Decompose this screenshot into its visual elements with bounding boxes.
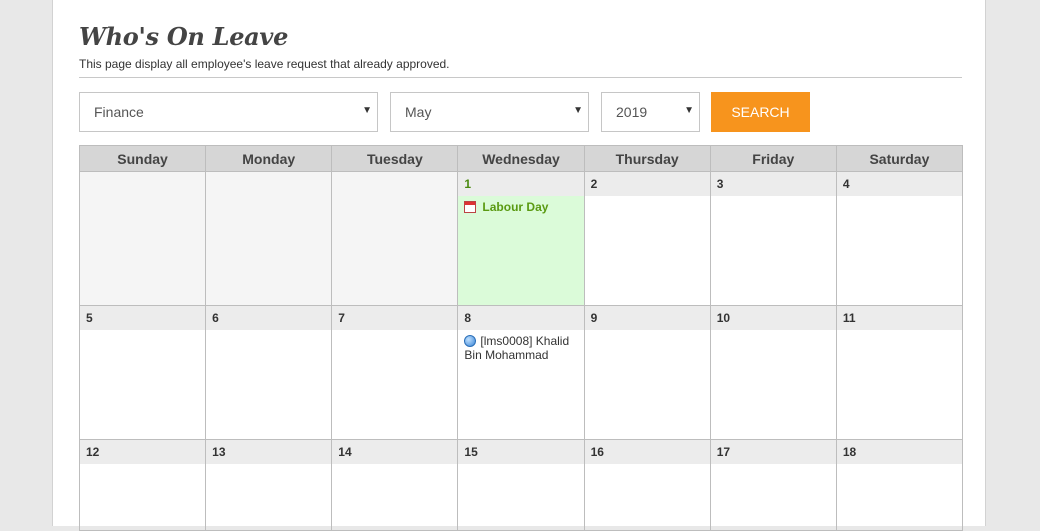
calendar-day-cell[interactable]: 18: [835, 439, 964, 531]
month-select-value: May: [405, 104, 432, 120]
day-number: 4: [836, 172, 962, 196]
calendar-empty-cell: [78, 171, 207, 306]
page-title: Who's On Leave: [79, 22, 289, 51]
weekday-header: Sunday: [78, 145, 207, 172]
weekday-header: Friday: [709, 145, 837, 172]
day-number: 12: [80, 440, 206, 464]
calendar-empty-cell: [205, 171, 333, 306]
day-number: 9: [584, 306, 710, 330]
day-number: 16: [584, 440, 710, 464]
leave-calendar: Sunday Monday Tuesday Wednesday Thursday…: [78, 145, 964, 531]
leave-event[interactable]: [lms0008] Khalid Bin Mohammad: [458, 330, 583, 362]
day-number: 17: [710, 440, 836, 464]
day-number: 7: [332, 306, 458, 330]
year-select-value: 2019: [616, 104, 648, 120]
calendar-week-row: 1 Labour Day 2 3 4: [78, 171, 964, 306]
calendar-week-row: 5 6 7 8 [lms0008] Khalid Bin Mohammad 9 …: [78, 305, 964, 440]
calendar-day-cell-holiday[interactable]: 1 Labour Day: [457, 171, 585, 306]
calendar-week-row: 12 13 14 15 16 17 18: [78, 439, 964, 531]
department-select[interactable]: Finance ▼: [79, 92, 378, 132]
day-number: 3: [710, 172, 836, 196]
calendar-day-cell[interactable]: 10: [709, 305, 837, 440]
day-number: 5: [80, 306, 206, 330]
day-number: 1: [458, 172, 584, 196]
calendar-day-cell[interactable]: 7: [331, 305, 459, 440]
blue-dot-icon: [464, 335, 477, 347]
weekday-header-row: Sunday Monday Tuesday Wednesday Thursday…: [78, 145, 964, 172]
calendar-day-cell[interactable]: 15: [457, 439, 585, 531]
chevron-down-icon: ▼: [684, 105, 694, 116]
calendar-icon: [464, 201, 477, 213]
calendar-empty-cell: [331, 171, 459, 306]
day-number: 6: [206, 306, 332, 330]
day-number: 8: [458, 306, 584, 330]
day-number: 14: [332, 440, 458, 464]
calendar-day-cell[interactable]: 2: [583, 171, 711, 306]
calendar-day-cell[interactable]: 5: [78, 305, 207, 440]
year-select[interactable]: 2019 ▼: [601, 92, 700, 132]
day-number: 2: [584, 172, 710, 196]
chevron-down-icon: ▼: [362, 105, 372, 116]
calendar-day-cell[interactable]: 11: [835, 305, 964, 440]
holiday-event[interactable]: Labour Day: [458, 196, 583, 214]
calendar-day-cell[interactable]: 17: [709, 439, 837, 531]
day-number: 10: [710, 306, 836, 330]
calendar-day-cell[interactable]: 9: [583, 305, 711, 440]
content-panel: Who's On Leave This page display all emp…: [52, 0, 986, 531]
calendar-day-cell[interactable]: 14: [331, 439, 459, 531]
calendar-day-cell[interactable]: 3: [709, 171, 837, 306]
weekday-header: Tuesday: [331, 145, 459, 172]
search-button[interactable]: SEARCH: [711, 92, 810, 132]
day-number: 11: [836, 306, 962, 330]
calendar-day-cell[interactable]: 4: [835, 171, 964, 306]
day-number: 18: [836, 440, 962, 464]
weekday-header: Thursday: [583, 145, 711, 172]
chevron-down-icon: ▼: [573, 105, 583, 116]
holiday-event-label: Labour Day: [482, 200, 549, 214]
department-select-value: Finance: [94, 104, 144, 120]
month-select[interactable]: May ▼: [390, 92, 589, 132]
calendar-day-cell[interactable]: 6: [205, 305, 333, 440]
leave-event-label: [lms0008] Khalid Bin Mohammad: [464, 334, 570, 362]
calendar-day-cell[interactable]: 8 [lms0008] Khalid Bin Mohammad: [457, 305, 585, 440]
weekday-header: Saturday: [835, 145, 964, 172]
weekday-header: Wednesday: [457, 145, 585, 172]
header-divider: [79, 77, 962, 78]
page-subtitle: This page display all employee's leave r…: [79, 57, 450, 71]
calendar-day-cell[interactable]: 16: [583, 439, 711, 531]
weekday-header: Monday: [205, 145, 333, 172]
calendar-day-cell[interactable]: 12: [78, 439, 207, 531]
calendar-day-cell[interactable]: 13: [205, 439, 333, 531]
day-number: 13: [206, 440, 332, 464]
day-number: 15: [458, 440, 584, 464]
